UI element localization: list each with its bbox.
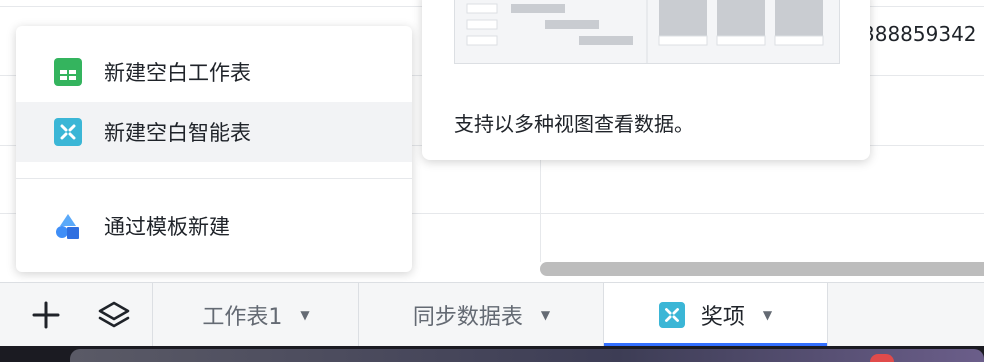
tab-sync-data-table[interactable]: 同步数据表 ▼: [358, 283, 604, 346]
new-sheet-menu: 新建空白工作表 新建空白智能表 通过模板新建: [16, 26, 412, 272]
sheet-icon: [54, 58, 82, 86]
chevron-down-icon[interactable]: ▼: [300, 308, 309, 322]
preview-image: [466, 0, 824, 63]
menu-item-label: 通过模板新建: [104, 215, 230, 239]
tab-awards[interactable]: 奖项 ▼: [603, 283, 828, 346]
layers-icon: [98, 301, 130, 328]
preview-illustration: [454, 0, 840, 64]
preview-description: 支持以多种视图查看数据。: [454, 112, 694, 136]
menu-item-new-from-template[interactable]: 通过模板新建: [16, 196, 412, 256]
os-dock: [70, 349, 984, 362]
menu-item-label: 新建空白工作表: [104, 61, 251, 85]
menu-item-label: 新建空白智能表: [104, 121, 251, 145]
smart-table-icon: [54, 118, 82, 146]
tab-label: 奖项: [700, 304, 745, 330]
dock-app-icon[interactable]: [870, 354, 894, 362]
add-sheet-button[interactable]: [28, 297, 64, 333]
plus-icon: [32, 301, 60, 329]
menu-item-new-blank-smart-table[interactable]: 新建空白智能表: [16, 102, 412, 162]
chevron-down-icon[interactable]: ▼: [763, 308, 772, 322]
tab-label: 工作表1: [202, 304, 283, 330]
menu-divider: [16, 178, 412, 179]
tab-worksheet-1[interactable]: 工作表1 ▼: [152, 283, 359, 346]
smart-table-icon: [658, 301, 685, 328]
horizontal-scrollbar[interactable]: [540, 262, 984, 276]
chevron-down-icon[interactable]: ▼: [541, 308, 550, 322]
sheet-tab-bar: 工作表1 ▼ 同步数据表 ▼ 奖项 ▼: [0, 282, 984, 347]
view-preview-popup: 支持以多种视图查看数据。: [422, 0, 870, 160]
tab-label: 同步数据表: [412, 304, 523, 330]
sheet-list-button[interactable]: [96, 297, 132, 333]
template-icon: [54, 212, 82, 240]
menu-item-new-blank-sheet[interactable]: 新建空白工作表: [16, 42, 412, 102]
cell-value[interactable]: 388859342: [862, 22, 977, 46]
